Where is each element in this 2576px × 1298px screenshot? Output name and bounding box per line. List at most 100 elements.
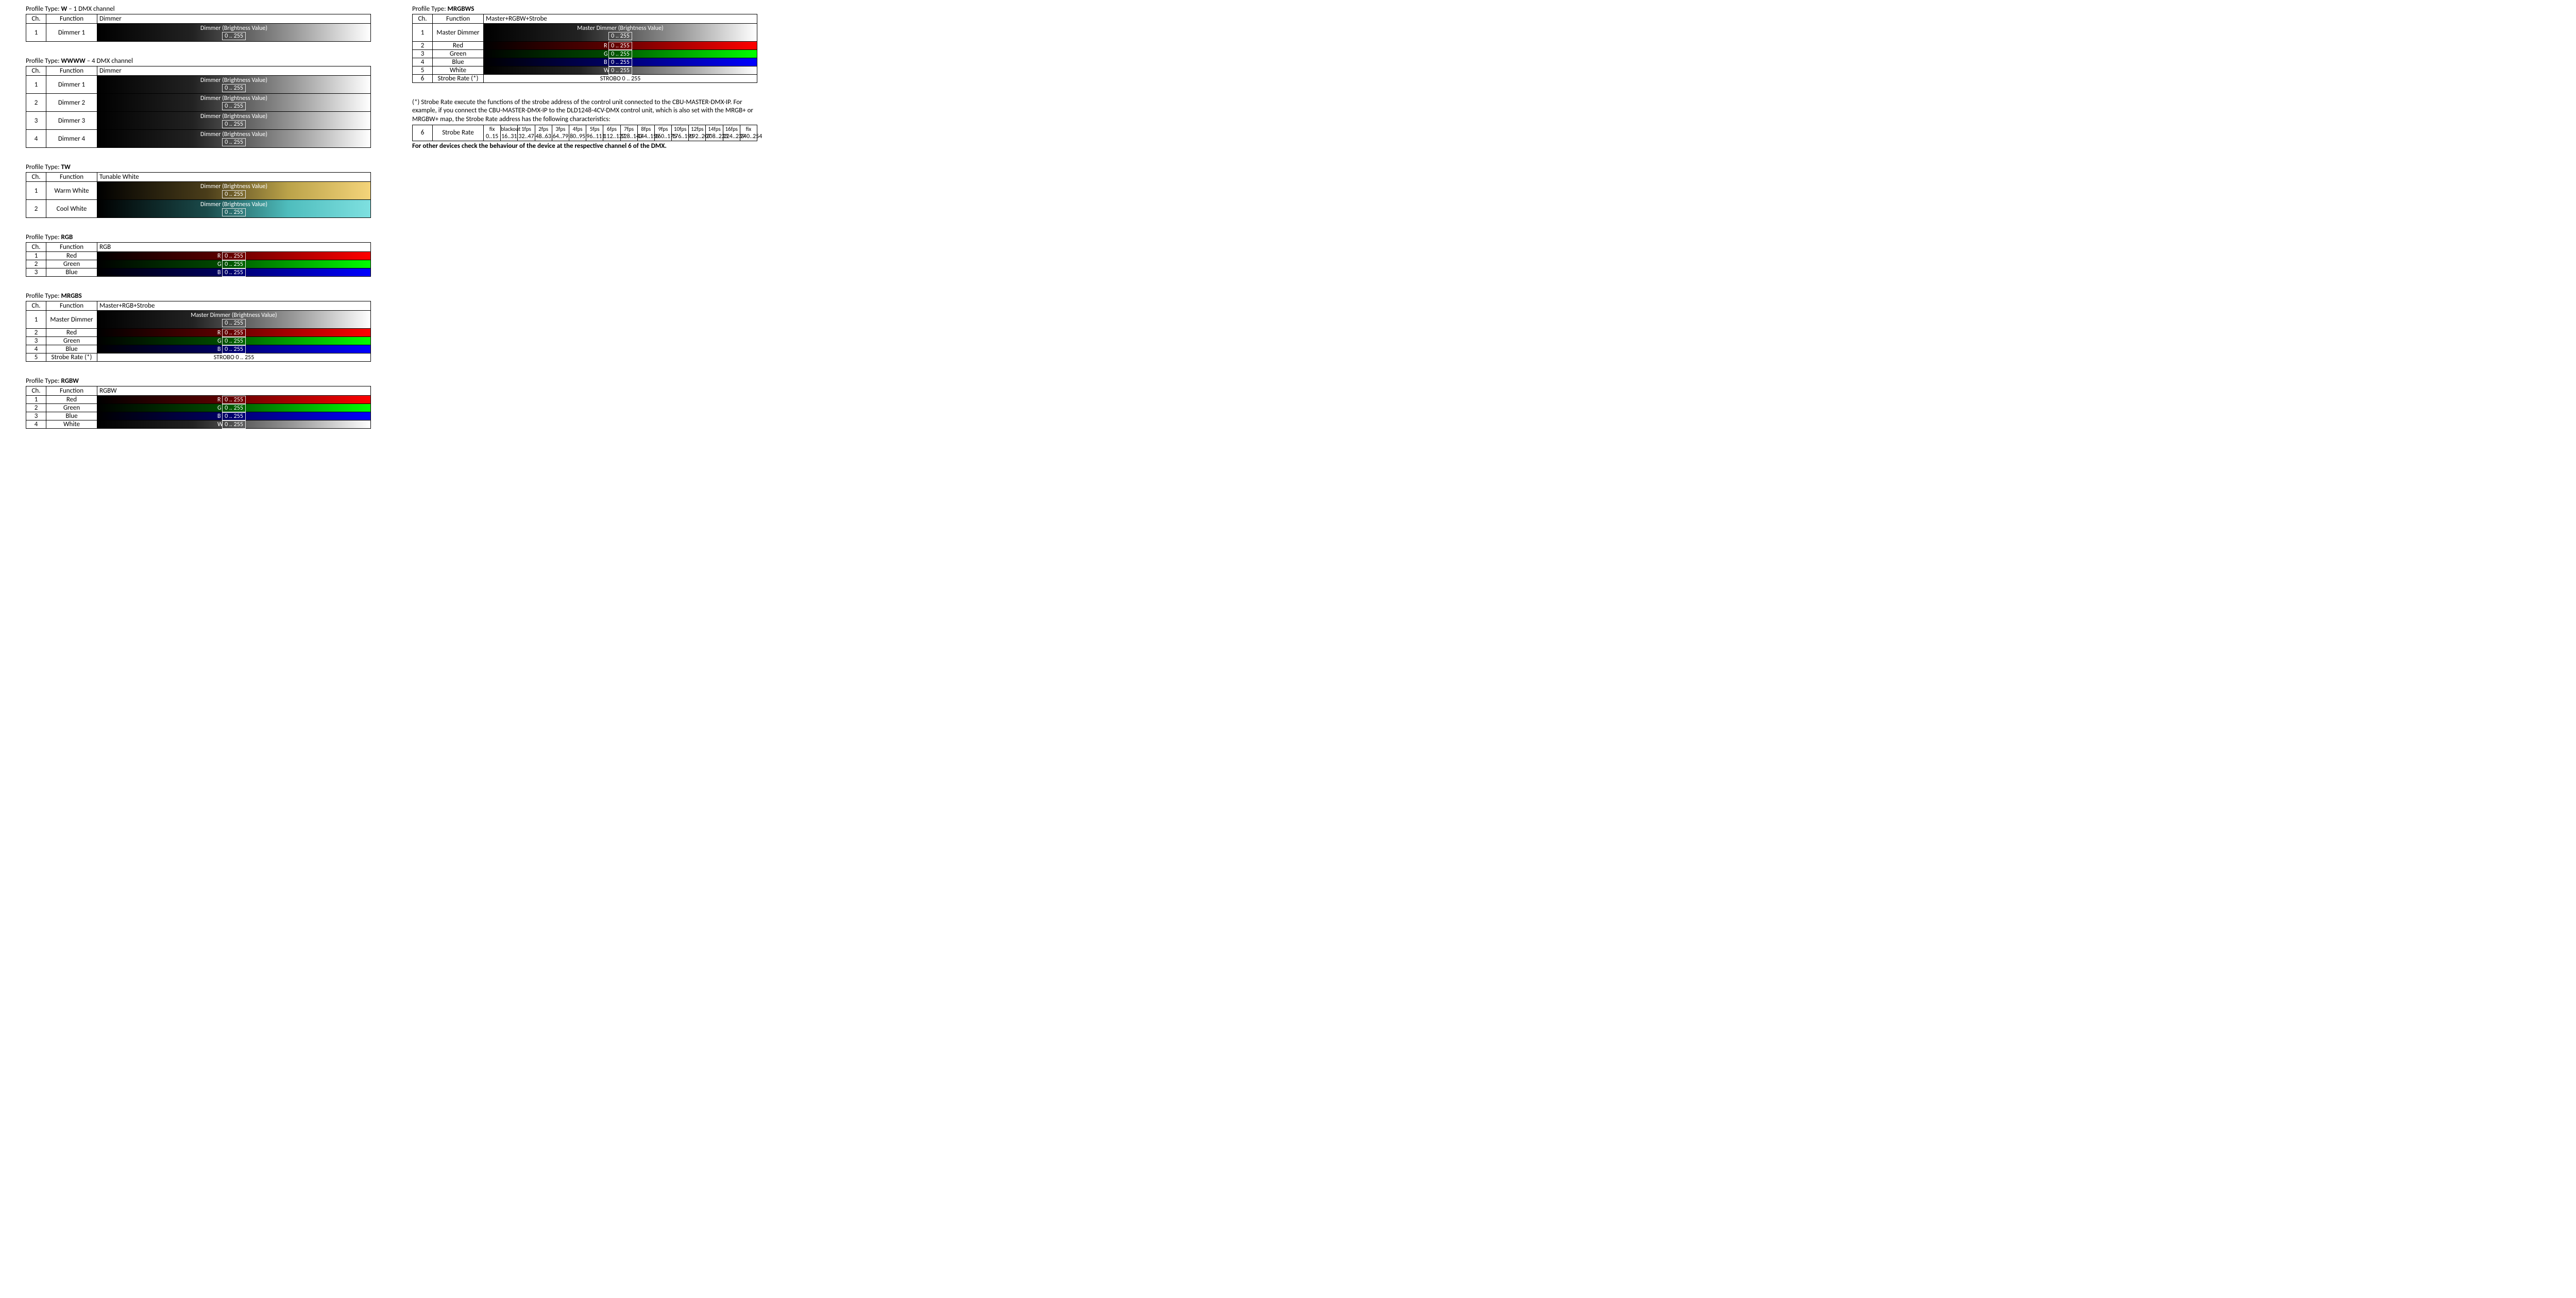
strobe-seg-bot: 144..159 xyxy=(637,133,654,141)
cell-ch: 3 xyxy=(26,268,46,277)
strobe-seg-top: 12fps xyxy=(689,125,706,133)
gradient-bar: B0 .. 255 xyxy=(97,412,370,420)
table-row: 5WhiteW0 .. 255 xyxy=(413,66,757,75)
bar-prefix: G xyxy=(604,50,608,58)
strobe-seg-top: 16fps xyxy=(723,125,740,133)
bar-range: 0 .. 255 xyxy=(608,58,632,66)
table-row: 4WhiteW0 .. 255 xyxy=(26,420,371,429)
bar-label: Dimmer (Brightness Value) xyxy=(200,131,267,138)
table-row: 4Dimmer 4Dimmer (Brightness Value)0 .. 2… xyxy=(26,130,371,148)
cell-fn: Strobe Rate (*) xyxy=(433,75,484,83)
strobe-seg-bot: 112..127 xyxy=(603,133,620,141)
gradient-bar: Dimmer (Brightness Value)0 .. 255 xyxy=(97,130,370,147)
strobe-seg-bot: 0..15 xyxy=(484,133,501,141)
strobe-seg-top: 6fps xyxy=(603,125,620,133)
bar-prefix: R xyxy=(604,42,607,49)
col-fn: Function xyxy=(46,14,97,24)
table-row: 2Cool WhiteDimmer (Brightness Value)0 ..… xyxy=(26,200,371,218)
cell-ch: 4 xyxy=(413,58,433,66)
gradient-bar: G0 .. 255 xyxy=(97,337,370,345)
strobe-seg-bot: 192..207 xyxy=(689,133,706,141)
table-row: 3GreenG0 .. 255 xyxy=(26,337,371,345)
cell-bar: Dimmer (Brightness Value)0 .. 255 xyxy=(97,94,371,112)
title-pre: Profile Type: xyxy=(412,5,448,13)
cell-ch: 3 xyxy=(26,112,46,130)
profile-title: Profile Type: WWWW – 4 DMX channel xyxy=(26,57,371,65)
cell-ch: 1 xyxy=(26,24,46,42)
bar-range: 0 .. 255 xyxy=(222,412,246,420)
col-desc: Master+RGBW+Strobe xyxy=(484,14,757,24)
table-row: 5Strobe Rate (*)STROBO 0 .. 255 xyxy=(26,353,371,362)
col-ch: Ch. xyxy=(26,173,46,182)
table-row: 1Warm WhiteDimmer (Brightness Value)0 ..… xyxy=(26,182,371,200)
col-ch: Ch. xyxy=(26,14,46,24)
table-row: 1Dimmer 1Dimmer (Brightness Value)0 .. 2… xyxy=(26,24,371,42)
bar-range: 0 .. 255 xyxy=(222,420,246,429)
strobo-bar: STROBO 0 .. 255 xyxy=(484,75,757,82)
table-row: 4BlueB0 .. 255 xyxy=(413,58,757,66)
bar-range: 0 .. 255 xyxy=(608,42,632,50)
table-row: 2RedR0 .. 255 xyxy=(26,329,371,337)
cell-fn: Cool White xyxy=(46,200,97,218)
col-desc: Dimmer xyxy=(97,66,371,76)
cell-fn: Master Dimmer xyxy=(46,311,97,329)
table-row: 3GreenG0 .. 255 xyxy=(413,50,757,58)
cell-bar: Dimmer (Brightness Value)0 .. 255 xyxy=(97,182,371,200)
title-bold: RGB xyxy=(61,233,73,241)
strobe-seg-bot: 176..191 xyxy=(672,133,689,141)
profile-tw: Profile Type: TWCh.FunctionTunable White… xyxy=(26,163,371,218)
title-bold: MRGBS xyxy=(61,292,82,300)
profile-rgb: Profile Type: RGBCh.FunctionRGB1RedR0 ..… xyxy=(26,233,371,277)
title-pre: Profile Type: xyxy=(26,57,61,65)
cell-fn: Blue xyxy=(433,58,484,66)
bar-prefix: R xyxy=(217,329,221,336)
bar-label: Dimmer (Brightness Value) xyxy=(200,113,267,120)
cell-fn: Red xyxy=(46,396,97,404)
title-bold: W xyxy=(61,5,67,13)
bar-range: 0 .. 255 xyxy=(222,138,246,146)
cell-bar: B0 .. 255 xyxy=(97,412,371,420)
cell-fn: Strobe Rate (*) xyxy=(46,353,97,362)
cell-fn: Blue xyxy=(46,268,97,277)
table-row: 3BlueB0 .. 255 xyxy=(26,268,371,277)
gradient-bar: Dimmer (Brightness Value)0 .. 255 xyxy=(97,200,370,217)
bar-range: 0 .. 255 xyxy=(222,329,246,337)
strobe-seg-bot: 240..254 xyxy=(740,133,757,141)
cell-ch: 1 xyxy=(413,24,433,42)
cell-fn: Red xyxy=(46,252,97,260)
title-pre: Profile Type: xyxy=(26,163,61,171)
cell-ch: 1 xyxy=(26,76,46,94)
bar-range: 0 .. 255 xyxy=(608,66,632,75)
title-bold: MRGBWS xyxy=(448,5,474,13)
cell-fn: Red xyxy=(433,42,484,50)
bar-range: 0 .. 255 xyxy=(222,120,246,128)
cell-fn: Blue xyxy=(46,412,97,420)
cell-bar: Dimmer (Brightness Value)0 .. 255 xyxy=(97,76,371,94)
cell-ch: 1 xyxy=(26,252,46,260)
title-post: – 1 DMX channel xyxy=(67,5,114,13)
title-pre: Profile Type: xyxy=(26,377,61,385)
cell-fn: Master Dimmer xyxy=(433,24,484,42)
strobe-seg-top: 7fps xyxy=(620,125,637,133)
strobe-after: For other devices check the behaviour of… xyxy=(412,142,757,150)
table-row: 1Master DimmerMaster Dimmer (Brightness … xyxy=(26,311,371,329)
bar-label: Dimmer (Brightness Value) xyxy=(200,77,267,84)
strobe-note: (*) Strobe Rate execute the functions of… xyxy=(412,98,757,124)
cell-bar: G0 .. 255 xyxy=(97,337,371,345)
bar-range: 0 .. 255 xyxy=(222,84,246,92)
cell-bar: R0 .. 255 xyxy=(97,329,371,337)
col-ch: Ch. xyxy=(413,14,433,24)
col-ch: Ch. xyxy=(26,386,46,396)
gradient-bar: Dimmer (Brightness Value)0 .. 255 xyxy=(97,182,370,199)
cell-ch: 4 xyxy=(26,130,46,148)
col-fn: Function xyxy=(46,301,97,311)
bar-range: 0 .. 255 xyxy=(222,260,246,268)
col-desc: Tunable White xyxy=(97,173,371,182)
cell-fn: Blue xyxy=(46,345,97,353)
bar-prefix: W xyxy=(604,67,609,74)
bar-prefix: B xyxy=(217,346,221,353)
col-desc: Master+RGB+Strobe xyxy=(97,301,371,311)
cell-ch: 2 xyxy=(26,94,46,112)
bar-range: 0 .. 255 xyxy=(222,404,246,412)
cell-bar: R0 .. 255 xyxy=(484,42,757,50)
